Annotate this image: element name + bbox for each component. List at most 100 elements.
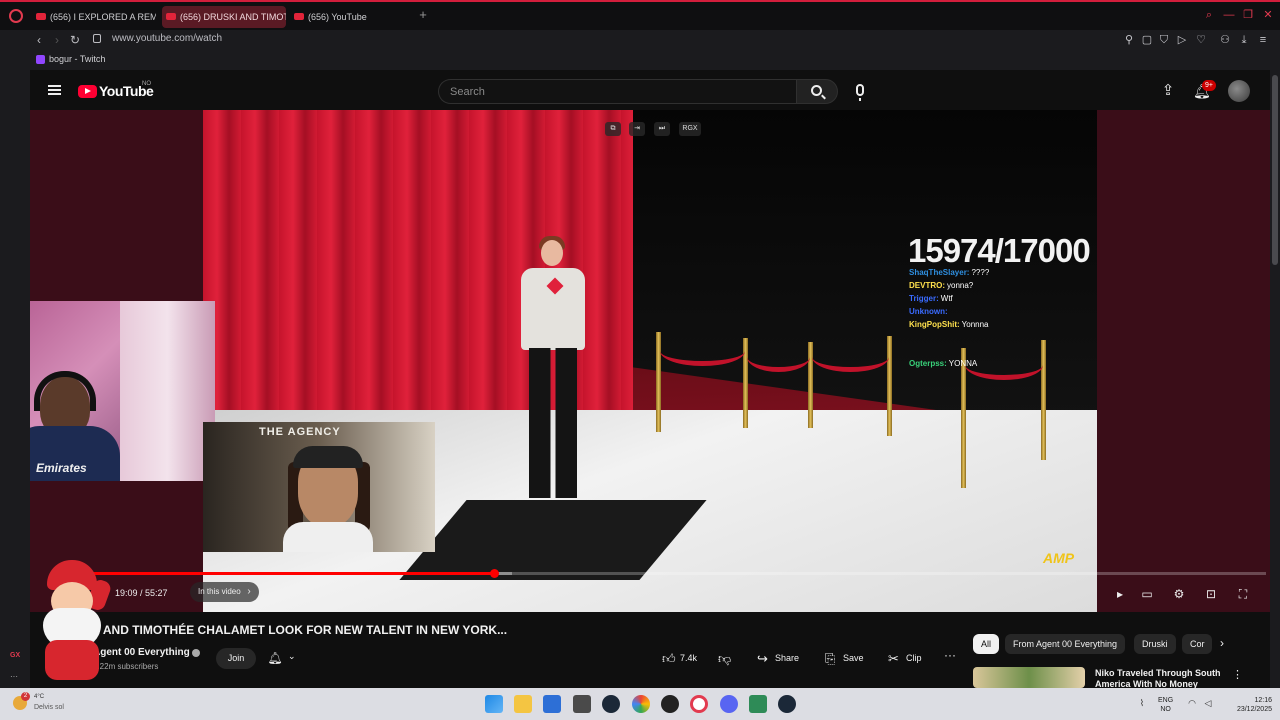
bookmark-item[interactable]: bogur - Twitch xyxy=(36,54,105,64)
address-bar: ‹ › ↻ www.youtube.com/watch ⚲ ▢ ⛉ ▷ ♡ ⚇ … xyxy=(0,30,1280,50)
tab-label: (656) I EXPLORED A REMO xyxy=(50,12,156,22)
recommendation-menu-icon[interactable]: ⋮ xyxy=(1232,668,1243,681)
video-player[interactable]: 15974/17000 ShaqTheSlayer:???? DEVTRO: yon… xyxy=(30,110,1270,612)
url-field[interactable]: www.youtube.com/watch xyxy=(112,33,222,44)
exit-icon[interactable]: ⇥ xyxy=(629,122,645,136)
chrome-icon[interactable] xyxy=(632,695,650,713)
wifi-icon[interactable]: ◠ xyxy=(1187,698,1197,708)
download-icon[interactable]: ⤓ xyxy=(1237,33,1251,47)
opera-logo-icon[interactable] xyxy=(9,9,23,23)
tab-search-icon[interactable]: ⌕ xyxy=(1202,8,1216,22)
youtube-logo[interactable]: YouTube NO xyxy=(78,81,154,99)
captions-icon[interactable]: ▭ xyxy=(1139,586,1155,602)
page-scrollbar[interactable] xyxy=(1272,75,1278,265)
in-this-video-button[interactable]: In this video xyxy=(190,582,259,602)
miniplayer-icon[interactable]: ⧉ xyxy=(605,122,621,136)
app-icon[interactable] xyxy=(573,695,591,713)
language-indicator[interactable]: ENG NO xyxy=(1158,696,1173,714)
recommendation-title[interactable]: Niko Traveled Through South America With… xyxy=(1095,668,1225,690)
heart-icon[interactable]: ♡ xyxy=(1194,33,1208,47)
clock-date: 23/12/2025 xyxy=(1236,706,1272,713)
settings-gear-icon[interactable]: ⚙ xyxy=(1171,586,1187,602)
tab-label: (656) YouTube xyxy=(308,12,367,22)
legs xyxy=(529,348,577,498)
windows-start-icon[interactable] xyxy=(485,695,503,713)
app-icon-3[interactable] xyxy=(749,695,767,713)
youtube-favicon-icon xyxy=(166,13,176,20)
region-label: NO xyxy=(1160,706,1171,713)
forward-icon[interactable]: › xyxy=(49,32,65,48)
sidebar-more-icon[interactable]: ··· xyxy=(10,672,18,681)
opera-gx-icon[interactable]: GX xyxy=(10,652,20,659)
reload-icon[interactable]: ↻ xyxy=(67,32,83,48)
microphone-tray-icon[interactable]: ⌇ xyxy=(1137,698,1147,708)
chat-username: DEVTRO: xyxy=(909,281,945,290)
search-icon xyxy=(811,85,822,96)
chip-from-channel[interactable]: From Agent 00 Everything xyxy=(1005,634,1126,654)
progress-bar[interactable] xyxy=(88,569,1266,578)
tab-1[interactable]: (656) I EXPLORED A REMO xyxy=(32,6,156,28)
skip-next-icon[interactable]: ⏭ xyxy=(654,122,670,136)
avatar[interactable] xyxy=(1228,80,1250,102)
close-icon[interactable]: ✕ xyxy=(1261,8,1275,22)
store-icon[interactable] xyxy=(543,695,561,713)
new-tab-button[interactable]: + xyxy=(416,8,430,22)
chevron-down-icon[interactable]: ⌄ xyxy=(288,651,296,662)
like-button[interactable]: 👍︎ 7.4k xyxy=(662,648,697,669)
steam-icon[interactable] xyxy=(602,695,620,713)
more-actions-icon[interactable]: ··· xyxy=(944,648,956,662)
scissors-icon: ✂ xyxy=(888,651,899,666)
recommendation-thumbnail[interactable] xyxy=(973,667,1085,688)
thumbs-down-icon: 👎︎ xyxy=(718,651,732,666)
minimize-icon[interactable]: — xyxy=(1222,8,1236,22)
menu-icon[interactable]: ≡ xyxy=(1256,33,1270,47)
upload-icon[interactable]: ⇪ xyxy=(1160,83,1176,99)
theater-mode-icon[interactable]: ⊡ xyxy=(1203,586,1219,602)
steam-icon-2[interactable] xyxy=(778,695,796,713)
share-icon: ↪ xyxy=(757,651,768,666)
discord-icon[interactable] xyxy=(720,695,738,713)
autoplay-icon[interactable]: ▸ xyxy=(1112,586,1128,602)
back-icon[interactable]: ‹ xyxy=(31,32,47,48)
player-icon[interactable]: ▷ xyxy=(1175,33,1189,47)
hamburger-menu-icon[interactable] xyxy=(48,85,61,95)
join-button[interactable]: Join xyxy=(216,648,256,669)
chip-all[interactable]: All xyxy=(973,634,1000,654)
volume-icon[interactable]: ◁ xyxy=(1203,698,1213,708)
clip-button[interactable]: ✂ Clip xyxy=(888,648,922,669)
chat-overlay: ShaqTheSlayer:???? DEVTRO: yonna? Trigger: W… xyxy=(909,266,1019,370)
chip-druski[interactable]: Druski xyxy=(1134,634,1176,654)
rgx-icon[interactable]: RGX xyxy=(679,122,701,136)
dislike-button[interactable]: 👎︎ xyxy=(718,648,736,669)
search-input[interactable] xyxy=(439,80,796,103)
fullscreen-icon[interactable]: ⛶ xyxy=(1235,586,1251,602)
app-icon-2[interactable] xyxy=(661,695,679,713)
shield-icon[interactable]: ⛉ xyxy=(1157,33,1171,47)
chat-line xyxy=(909,331,1019,344)
pin-icon[interactable]: ⚲ xyxy=(1122,33,1136,47)
clock[interactable]: 12:16 23/12/2025 xyxy=(1222,696,1272,714)
share-label: Share xyxy=(775,653,800,663)
tab-3[interactable]: (656) YouTube xyxy=(290,6,414,28)
snapshot-icon[interactable]: ▢ xyxy=(1140,33,1154,47)
restore-icon[interactable]: ❐ xyxy=(1241,8,1255,22)
save-button[interactable]: ⎘ Save xyxy=(825,648,864,669)
tab-2-active[interactable]: (656) DRUSKI AND TIMOT xyxy=(162,6,286,28)
search-box[interactable] xyxy=(438,79,796,104)
file-explorer-icon[interactable] xyxy=(514,695,532,713)
bookmark-icon: ⎘ xyxy=(825,651,836,666)
chat-message: Wtf xyxy=(940,294,953,303)
profile-icon[interactable]: ⚇ xyxy=(1218,33,1232,47)
opera-gx-taskbar-icon[interactable] xyxy=(690,695,708,713)
weather-description: Delvis sol xyxy=(34,704,64,711)
share-button[interactable]: ↪ Share xyxy=(757,648,799,669)
window-curtain xyxy=(120,301,215,481)
chat-message: ???? xyxy=(971,268,990,277)
video-title: KI AND TIMOTHÉE CHALAMET LOOK FOR NEW TA… xyxy=(88,623,508,637)
microphone-icon[interactable] xyxy=(856,84,864,101)
subscription-bell-icon[interactable]: 🔔︎ xyxy=(267,650,283,666)
chip-more[interactable]: Cor xyxy=(1182,634,1212,654)
chevron-right-icon[interactable]: › xyxy=(1220,636,1224,650)
twitch-icon xyxy=(36,55,45,64)
search-button[interactable] xyxy=(796,79,838,104)
